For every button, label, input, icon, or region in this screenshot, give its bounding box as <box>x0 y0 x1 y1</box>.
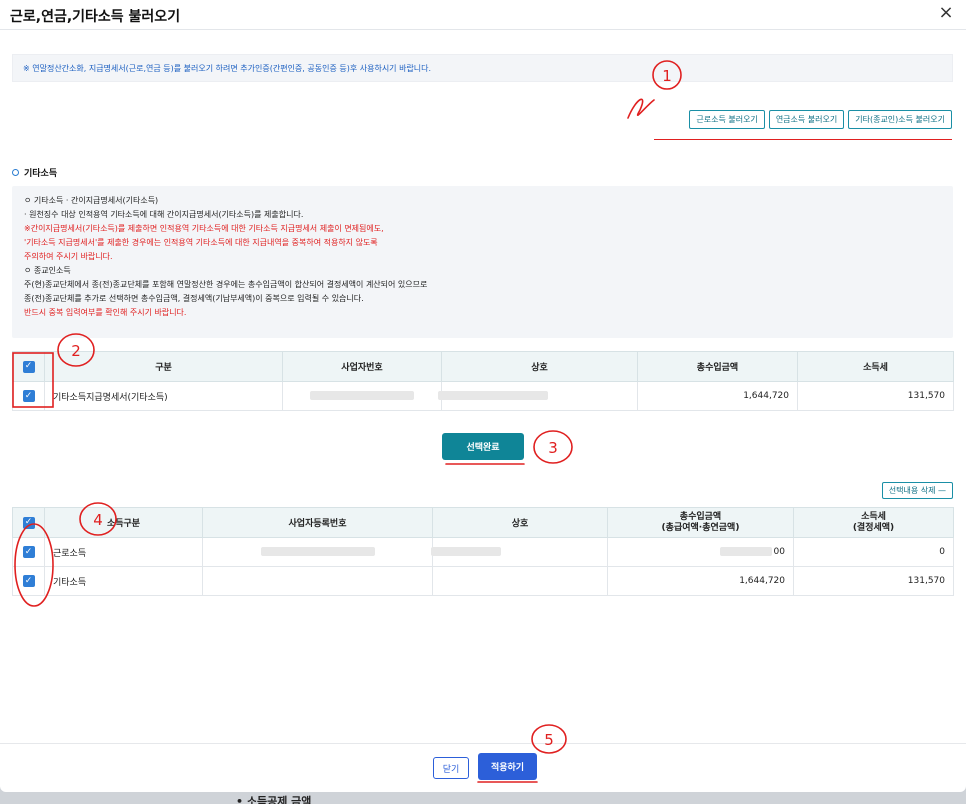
modal-title: 근로,연금,기타소득 불러오기 <box>10 9 181 25</box>
load-earned-income-button[interactable]: 근로소득 불러오기 <box>689 110 765 129</box>
load-income-modal: 근로,연금,기타소득 불러오기 × ※ 연말정산간소화, 지급명세서(근로,연금… <box>0 0 966 792</box>
load-other-income-button[interactable]: 기타(종교인)소득 불러오기 <box>848 110 952 129</box>
row-tax: 131,570 <box>793 566 954 596</box>
bullet-icon <box>12 169 19 176</box>
row-checkbox[interactable]: ✓ <box>22 390 35 402</box>
footer-divider <box>0 743 966 744</box>
col-total-income-line1: 총수입금액 <box>679 511 722 522</box>
candidate-table-header: ✓ 구분 사업자번호 상호 총수입금액 소득세 <box>12 351 954 382</box>
table-row[interactable]: ✓ 근로소득 00 0 <box>12 537 954 567</box>
row-type: 근로소득 <box>44 537 203 567</box>
row-type: 기타소득지급명세서(기타소득) <box>44 381 283 411</box>
select-done-button[interactable]: 선택완료 <box>442 433 524 460</box>
col-total-income: 총수입금액 <box>637 351 798 382</box>
redacted-biz-number <box>260 547 375 556</box>
info-line: ㅇ 기타소득 · 간이지급명세서(기타소득) <box>24 196 159 205</box>
select-all-checkbox[interactable]: ✓ <box>22 516 35 529</box>
col-income-type: 소득구분 <box>44 507 203 538</box>
delete-selected-button[interactable]: 선택내용 삭제 — <box>881 482 953 499</box>
annotation-circle <box>533 430 573 464</box>
info-line-warning: ※간이지급명세서(기타소득)를 제출하면 인적용역 기타소득에 대한 기타소득 … <box>24 224 384 233</box>
col-type: 구분 <box>44 351 283 382</box>
info-line-warning: 반드시 중복 입력여부를 확인해 주시기 바랍니다. <box>24 308 187 317</box>
load-button-group: 근로소득 불러오기 연금소득 불러오기 기타(종교인)소득 불러오기 <box>689 110 952 129</box>
annotation-underline <box>654 139 952 140</box>
load-pension-income-button[interactable]: 연금소득 불러오기 <box>768 110 845 129</box>
close-icon[interactable]: × <box>936 3 956 23</box>
table-row[interactable]: ✓ 기타소득지급명세서(기타소득) 1,644,720 131,570 <box>12 381 954 411</box>
col-tax-line1: 소득세 <box>861 511 886 522</box>
auth-notice: ※ 연말정산간소화, 지급명세서(근로,연금 등)를 불러오기 하려면 추가인증… <box>12 54 953 82</box>
row-amount: 1,644,720 <box>637 381 798 411</box>
row-checkbox[interactable]: ✓ <box>22 575 35 587</box>
col-company-name: 상호 <box>441 351 638 382</box>
info-line: 종(전)종교단체를 추가로 선택하면 총수입금액, 결정세액(기납부세액)이 중… <box>24 294 364 303</box>
row-amount: 1,644,720 <box>607 566 794 596</box>
info-box: ㅇ 기타소득 · 간이지급명세서(기타소득) · 원천징수 대상 인적용역 기타… <box>12 186 953 338</box>
redacted-biz-number <box>310 391 414 400</box>
apply-button[interactable]: 적용하기 <box>478 753 537 780</box>
row-checkbox[interactable]: ✓ <box>22 546 35 558</box>
row-tax: 131,570 <box>797 381 954 411</box>
annotation-scribble <box>627 98 655 119</box>
col-income-tax: 소득세 <box>797 351 954 382</box>
row-amount: 00 <box>773 547 785 557</box>
redacted-amount <box>719 547 772 556</box>
col-tax: 소득세 (결정세액) <box>793 507 954 538</box>
info-line-warning: '기타소득 지급명세서'를 제출한 경우에는 인적용역 기타소득에 대한 지급내… <box>24 238 378 247</box>
col-total-income: 총수입금액 (총급여액·총연금액) <box>607 507 794 538</box>
col-biz-number: 사업자번호 <box>282 351 442 382</box>
close-button[interactable]: 닫기 <box>433 757 469 779</box>
selected-table: ✓ 소득구분 사업자등록번호 상호 총수입금액 (총급여액·총연금액) 소득세 … <box>12 507 954 596</box>
info-line: 주(현)종교단체에서 종(전)종교단체를 포함해 연말정산한 경우에는 총수입금… <box>24 280 428 289</box>
annotation-circle <box>531 724 567 754</box>
section-title-label: 기타소득 <box>24 169 58 179</box>
annotation-number: 3 <box>548 439 558 457</box>
col-biz-reg-number: 사업자등록번호 <box>202 507 433 538</box>
modal-header: 근로,연금,기타소득 불러오기 × <box>0 0 966 30</box>
row-type: 기타소득 <box>44 566 203 596</box>
col-tax-line2: (결정세액) <box>852 522 895 533</box>
select-all-checkbox[interactable]: ✓ <box>22 360 35 373</box>
annotation-number: 5 <box>544 731 554 749</box>
col-total-income-line2: (총급여액·총연금액) <box>661 522 740 533</box>
info-line: · 원천징수 대상 인적용역 기타소득에 대해 간이지급명세서(기타소득)를 제… <box>24 210 304 219</box>
backdrop-deduction-label: • 소득공제 금액 <box>236 795 312 804</box>
table-row[interactable]: ✓ 기타소득 1,644,720 131,570 <box>12 566 954 596</box>
section-title: 기타소득 <box>12 166 57 179</box>
info-line: ㅇ 종교인소득 <box>24 266 71 275</box>
row-tax: 0 <box>793 537 954 567</box>
redacted-company-name <box>431 547 501 556</box>
candidate-table: ✓ 구분 사업자번호 상호 총수입금액 소득세 ✓ 기타소득지급명세서(기타소득… <box>12 351 954 411</box>
redacted-company-name <box>438 391 548 400</box>
col-company-name: 상호 <box>432 507 608 538</box>
selected-table-header: ✓ 소득구분 사업자등록번호 상호 총수입금액 (총급여액·총연금액) 소득세 … <box>12 507 954 538</box>
info-line-warning: 주의하여 주시기 바랍니다. <box>24 252 113 261</box>
